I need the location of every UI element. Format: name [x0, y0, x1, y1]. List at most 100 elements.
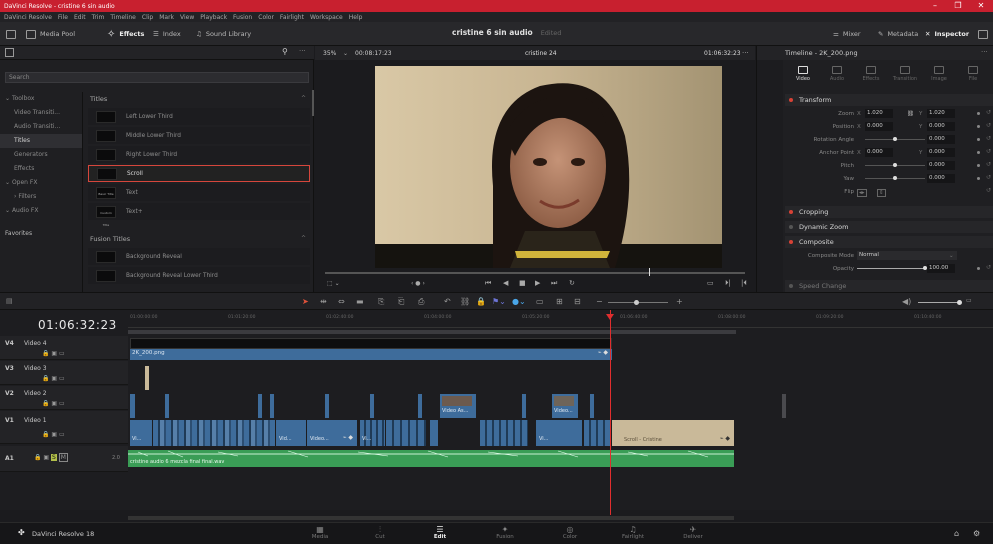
speed-change-section[interactable]: Speed Change — [785, 280, 993, 292]
dim-audio-icon[interactable]: ▭ — [966, 297, 972, 304]
tab-file[interactable]: File — [955, 64, 991, 82]
effects-button[interactable]: ✧ Effects — [107, 28, 144, 40]
timeline-clip[interactable]: Vi... — [360, 420, 385, 446]
menu-view[interactable]: View — [180, 14, 194, 21]
menu-timeline[interactable]: Timeline — [110, 14, 136, 21]
timeline-clip[interactable]: Vid... — [276, 420, 306, 446]
anchor-x-field[interactable]: 0.000 — [865, 148, 893, 157]
title-middle-lower-third[interactable]: Middle Lower Third — [88, 127, 310, 144]
search-icon[interactable]: ⚲ — [282, 47, 288, 56]
menu-clip[interactable]: Clip — [142, 14, 153, 21]
tab-video[interactable]: Video — [785, 64, 821, 82]
fusion-titles-section-header[interactable]: Fusion Titles ^ — [84, 232, 314, 246]
menu-fusion[interactable]: Fusion — [233, 14, 252, 21]
dynamic-trim-icon[interactable]: ⇔ — [338, 297, 345, 306]
timeline-clip[interactable]: Vi... — [130, 420, 152, 446]
overwrite-clip-icon[interactable]: ⎗ — [398, 297, 404, 307]
composite-section[interactable]: Composite — [785, 236, 993, 248]
anchor-y-field[interactable]: 0.000 — [927, 148, 955, 157]
insert-clip-icon[interactable]: ⎘ — [378, 297, 384, 307]
menu-fairlight[interactable]: Fairlight — [280, 14, 304, 21]
playhead-handle[interactable] — [606, 314, 614, 320]
menu-file[interactable]: File — [58, 14, 68, 21]
trim-mode-icon[interactable]: ⇹ — [320, 297, 327, 306]
tab-image[interactable]: Image — [921, 64, 957, 82]
selection-mode-icon[interactable]: ➤ — [302, 297, 309, 306]
page-deliver[interactable]: ✈ Deliver — [668, 525, 718, 540]
marker-icon[interactable]: ●⌄ — [512, 297, 526, 306]
transform-section[interactable]: Transform — [785, 94, 993, 106]
playhead[interactable] — [610, 310, 611, 515]
volume-slider[interactable] — [918, 302, 960, 303]
timeline-clip[interactable]: Vi... — [536, 420, 582, 446]
tree-effects[interactable]: Effects — [0, 162, 82, 176]
position-y-field[interactable]: 0.000 — [927, 122, 955, 131]
page-media[interactable]: ▦ Media — [295, 525, 345, 540]
timeline-clip[interactable] — [480, 420, 528, 446]
go-to-start-icon[interactable]: ⏮ — [485, 279, 491, 288]
position-x-field[interactable]: 0.000 — [865, 122, 893, 131]
timeline-clip[interactable] — [584, 420, 610, 446]
safe-area-icon[interactable]: ⬚ ⌄ — [327, 280, 340, 287]
timeline-clip[interactable] — [165, 394, 169, 418]
more-options-icon[interactable]: ··· — [742, 49, 749, 57]
volume-icon[interactable]: ◀) — [902, 297, 911, 306]
track-controls-icon[interactable]: 🔒 ▣ ▭ — [42, 375, 65, 382]
panel-scrollbar[interactable] — [312, 90, 314, 116]
titles-section-header[interactable]: Titles ^ — [84, 92, 314, 106]
metadata-button[interactable]: ✎ Metadata — [878, 28, 918, 40]
rotation-field[interactable]: 0.000 — [927, 135, 955, 144]
tab-effects[interactable]: Effects — [853, 64, 889, 82]
timeline-clip[interactable]: Video As... — [440, 394, 476, 418]
timeline-clip[interactable] — [270, 394, 274, 418]
flip-vertical-button[interactable]: ⇕ — [877, 189, 886, 197]
menu-edit[interactable]: Edit — [74, 14, 86, 21]
menu-workspace[interactable]: Workspace — [310, 14, 343, 21]
timeline-clip[interactable]: Video... — [552, 394, 578, 418]
timeline-name-dropdown[interactable]: cristine 24 — [525, 50, 557, 57]
timeline-clip[interactable] — [386, 420, 426, 446]
timeline-clip[interactable] — [258, 394, 262, 418]
opacity-slider[interactable] — [857, 268, 925, 269]
viewer-scrubber[interactable] — [325, 272, 745, 274]
zoom-dropdown[interactable]: 35% — [323, 50, 336, 57]
title-right-lower-third[interactable]: Right Lower Third — [88, 146, 310, 163]
title-text-plus[interactable]: Custom Title Text+ — [88, 203, 310, 227]
settings-gear-icon[interactable]: ⚙ — [973, 529, 980, 538]
page-fusion[interactable]: ✦ Fusion — [480, 525, 530, 540]
timeline-clip[interactable] — [522, 394, 526, 418]
menu-mark[interactable]: Mark — [159, 14, 174, 21]
timeline-clip[interactable] — [370, 394, 374, 418]
timeline-clip[interactable] — [325, 394, 329, 418]
sidebar-toggle-icon[interactable] — [5, 48, 14, 57]
more-options-icon[interactable]: ··· — [299, 47, 306, 55]
timeline-zoom-knob[interactable] — [634, 300, 639, 305]
mark-out-icon[interactable]: |⏴ — [741, 279, 747, 288]
linked-selection-icon[interactable]: ⛓ — [460, 297, 470, 306]
tab-transition[interactable]: Transition — [887, 64, 923, 82]
track-controls-icon[interactable]: 🔒 ▣ ▭ — [42, 400, 65, 407]
expand-button[interactable] — [978, 28, 988, 40]
play-icon[interactable]: ▶ — [535, 279, 540, 287]
replace-clip-icon[interactable]: ⎙ — [418, 297, 424, 307]
audio-track-controls-icon[interactable]: 🔒 ▣ S M — [34, 453, 68, 462]
tree-generators[interactable]: Generators — [0, 148, 82, 162]
page-fairlight[interactable]: ♫ Fairlight — [608, 525, 658, 540]
timeline-clip[interactable] — [153, 420, 275, 446]
tree-audio-transitions[interactable]: Audio Transiti... — [0, 120, 82, 134]
menu-help[interactable]: Help — [349, 14, 363, 21]
more-options-icon[interactable]: ··· — [981, 48, 988, 56]
composite-mode-dropdown[interactable]: Normal — [857, 251, 957, 260]
toggle-panel-button[interactable] — [6, 28, 16, 40]
snapping-icon[interactable]: ↶ — [444, 297, 451, 306]
mark-in-icon[interactable]: ⏵| — [725, 279, 731, 288]
timeline-scrollbar[interactable] — [128, 516, 734, 520]
tab-audio[interactable]: Audio — [819, 64, 855, 82]
pitch-field[interactable]: 0.000 — [927, 161, 955, 170]
timeline-clip[interactable] — [130, 338, 612, 349]
flag-icon[interactable]: ⚑⌄ — [492, 297, 506, 306]
home-icon[interactable]: ⌂ — [954, 529, 959, 538]
menu-color[interactable]: Color — [258, 14, 274, 21]
tree-toolbox[interactable]: ⌄ Toolbox — [0, 92, 82, 106]
menu-playback[interactable]: Playback — [200, 14, 227, 21]
